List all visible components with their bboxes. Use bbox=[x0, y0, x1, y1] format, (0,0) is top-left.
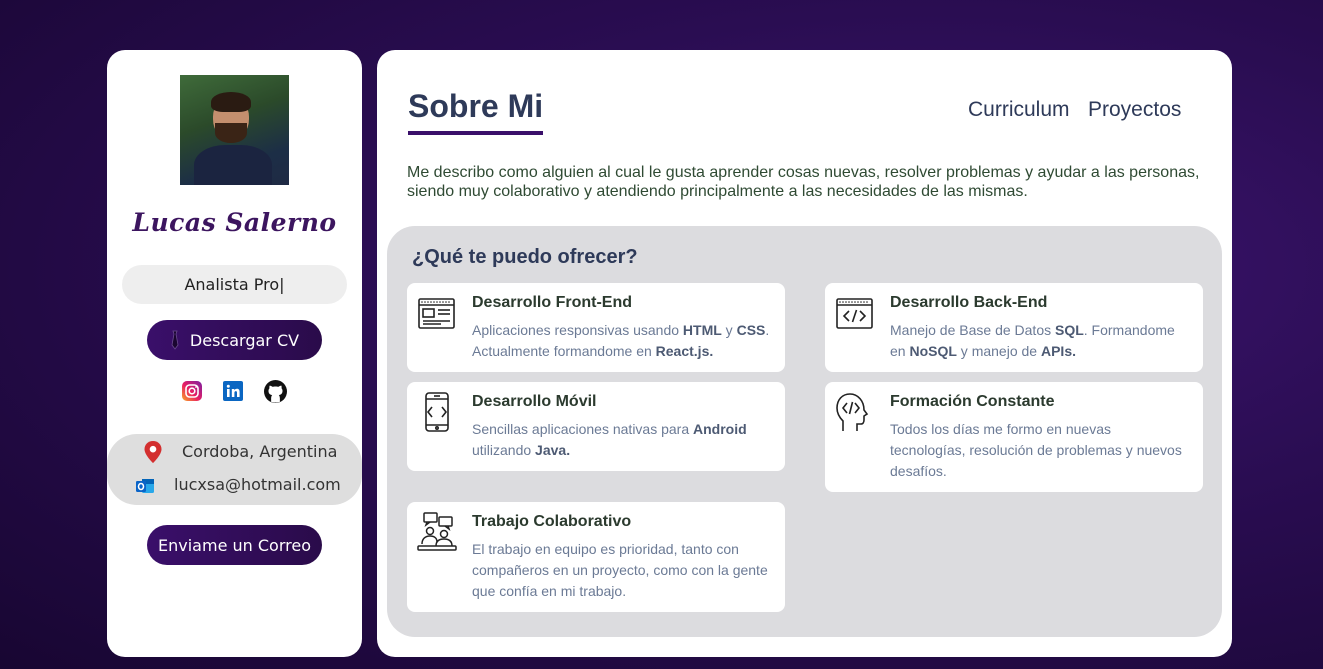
tie-icon bbox=[171, 330, 179, 350]
title-underline bbox=[408, 131, 543, 135]
service-card-frontend: Desarrollo Front-End Aplicaciones respon… bbox=[407, 283, 785, 372]
service-title: Trabajo Colaborativo bbox=[472, 513, 632, 530]
linkedin-icon[interactable] bbox=[223, 381, 243, 401]
profile-sidebar: Lucas Salerno Analista Pro| Descargar CV bbox=[107, 50, 362, 657]
role-typewriter: Analista Pro| bbox=[122, 265, 347, 304]
about-text: Me describo como alguien al cual le gust… bbox=[407, 164, 1200, 200]
service-desc: Manejo de Base de Datos SQL. Formandome … bbox=[890, 322, 1175, 359]
service-card-teamwork: Trabajo Colaborativo El trabajo en equip… bbox=[407, 502, 785, 612]
location-row: Cordoba, Argentina bbox=[107, 438, 362, 464]
code-window-icon bbox=[836, 298, 873, 329]
email-row: lucxsa@hotmail.com bbox=[107, 471, 362, 497]
contact-info: Cordoba, Argentina lucxsa@hotmail.com bbox=[107, 434, 362, 505]
services-section: ¿Qué te puedo ofrecer? Desarrollo Front-… bbox=[387, 226, 1222, 637]
service-desc: El trabajo en equipo es prioridad, tanto… bbox=[472, 541, 768, 599]
service-title: Desarrollo Back-End bbox=[890, 294, 1048, 311]
head-code-icon bbox=[836, 393, 869, 431]
main-panel: Sobre Mi Curriculum Proyectos Me describ… bbox=[377, 50, 1232, 657]
email-text: lucxsa@hotmail.com bbox=[174, 474, 341, 494]
service-card-mobile: Desarrollo Móvil Sencillas aplicaciones … bbox=[407, 382, 785, 471]
profile-name: Lucas Salerno bbox=[132, 208, 337, 237]
social-links bbox=[107, 380, 362, 403]
nav-curriculum[interactable]: Curriculum bbox=[968, 98, 1070, 122]
location-pin-icon bbox=[144, 441, 162, 463]
service-title: Desarrollo Front-End bbox=[472, 294, 633, 311]
send-email-label: Enviame un Correo bbox=[158, 535, 311, 555]
mobile-code-icon bbox=[425, 392, 449, 432]
avatar bbox=[180, 75, 289, 185]
service-desc: Aplicaciones responsivas usando HTML y C… bbox=[472, 322, 770, 359]
services-title: ¿Qué te puedo ofrecer? bbox=[412, 246, 638, 268]
service-title: Desarrollo Móvil bbox=[472, 393, 597, 410]
team-chat-icon bbox=[417, 512, 457, 551]
github-icon[interactable] bbox=[264, 380, 287, 403]
service-title: Formación Constante bbox=[890, 393, 1055, 410]
send-email-button[interactable]: Enviame un Correo bbox=[147, 525, 322, 565]
service-card-learning: Formación Constante Todos los días me fo… bbox=[825, 382, 1203, 492]
nav-proyectos[interactable]: Proyectos bbox=[1088, 98, 1181, 122]
page-title: Sobre Mi bbox=[408, 88, 544, 124]
instagram-icon[interactable] bbox=[182, 381, 202, 401]
location-text: Cordoba, Argentina bbox=[182, 441, 338, 461]
download-cv-button[interactable]: Descargar CV bbox=[147, 320, 322, 360]
service-desc: Todos los días me formo en nuevas tecnol… bbox=[890, 421, 1182, 479]
service-card-backend: Desarrollo Back-End Manejo de Base de Da… bbox=[825, 283, 1203, 372]
outlook-icon bbox=[136, 479, 154, 493]
browser-window-icon bbox=[418, 298, 455, 329]
service-desc: Sencillas aplicaciones nativas para Andr… bbox=[472, 421, 747, 458]
download-cv-label: Descargar CV bbox=[189, 330, 300, 350]
